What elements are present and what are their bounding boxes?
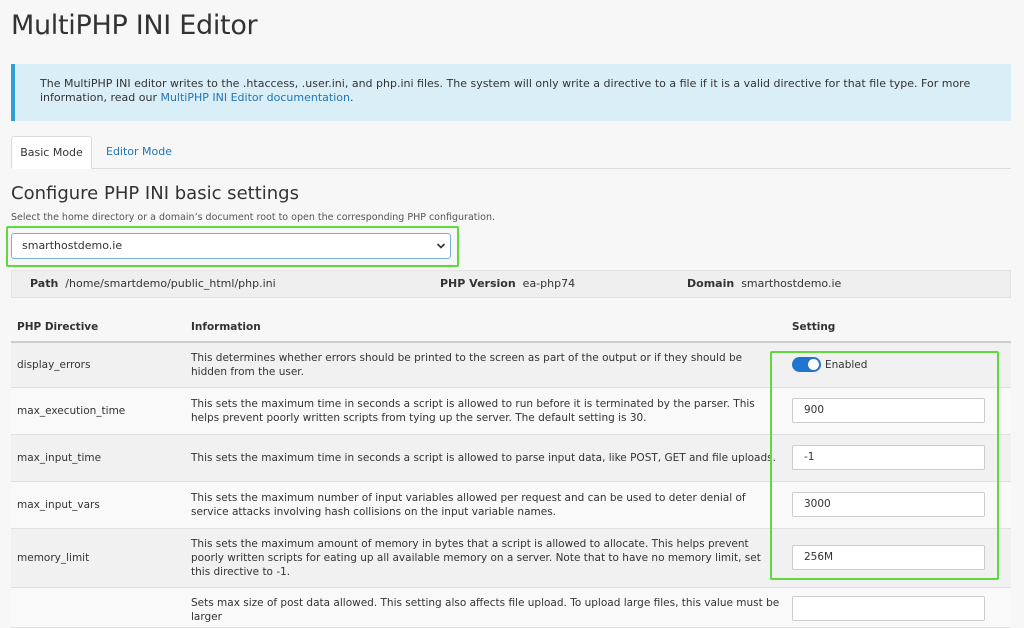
- directive-info: This sets the maximum time in seconds a …: [185, 434, 786, 482]
- post-max-size-input[interactable]: [792, 595, 985, 621]
- domain-value: smarthostdemo.ie: [741, 277, 842, 290]
- documentation-link[interactable]: MultiPHP INI Editor documentation: [160, 91, 350, 104]
- php-version-value: ea-php74: [522, 277, 576, 290]
- section-title: Configure PHP INI basic settings: [11, 183, 299, 204]
- mode-tabs: Basic Mode Editor Mode: [11, 136, 1011, 169]
- path-label: Path: [30, 277, 59, 290]
- config-path-bar: Path /home/smartdemo/public_html/php.ini…: [11, 270, 1011, 298]
- notice-suffix: .: [349, 91, 354, 104]
- header-php-directive: PHP Directive: [11, 313, 185, 343]
- page-title: MultiPHP INI Editor: [11, 10, 258, 41]
- settings-highlight-box: [770, 351, 999, 580]
- table-row: Sets max size of post data allowed. This…: [11, 587, 1011, 628]
- info-notice: The MultiPHP INI editor writes to the .h…: [11, 64, 1011, 121]
- tab-basic-mode[interactable]: Basic Mode: [11, 136, 92, 169]
- header-setting: Setting: [786, 313, 1011, 343]
- domain-label: Domain: [687, 277, 735, 290]
- directive-name: memory_limit: [11, 528, 185, 588]
- tab-editor-mode[interactable]: Editor Mode: [94, 136, 184, 169]
- directive-name: display_errors: [11, 342, 185, 388]
- directive-info: Sets max size of post data allowed. This…: [185, 587, 786, 628]
- table-header-row: PHP Directive Information Setting: [11, 313, 1011, 343]
- setting-cell: [786, 587, 1011, 628]
- domain-select-value: smarthostdemo.ie: [22, 239, 123, 252]
- domain-select[interactable]: smarthostdemo.ie: [11, 233, 451, 259]
- directive-name: [11, 587, 185, 628]
- directive-info: This determines whether errors should be…: [185, 342, 786, 388]
- directive-info: This sets the maximum time in seconds a …: [185, 387, 786, 435]
- path-value: /home/smartdemo/public_html/php.ini: [65, 277, 276, 290]
- php-version-info: PHP Version ea-php74: [440, 271, 575, 297]
- directive-name: max_execution_time: [11, 387, 185, 435]
- section-subtitle: Select the home directory or a domain’s …: [11, 212, 495, 223]
- directive-name: max_input_vars: [11, 481, 185, 529]
- directive-info: This sets the maximum amount of memory i…: [185, 528, 786, 588]
- header-information: Information: [185, 313, 786, 343]
- chevron-down-icon: [436, 243, 446, 249]
- path-info: Path /home/smartdemo/public_html/php.ini: [30, 271, 276, 297]
- domain-info: Domain smarthostdemo.ie: [687, 271, 841, 297]
- directive-info: This sets the maximum number of input va…: [185, 481, 786, 529]
- php-version-label: PHP Version: [440, 277, 516, 290]
- directive-name: max_input_time: [11, 434, 185, 482]
